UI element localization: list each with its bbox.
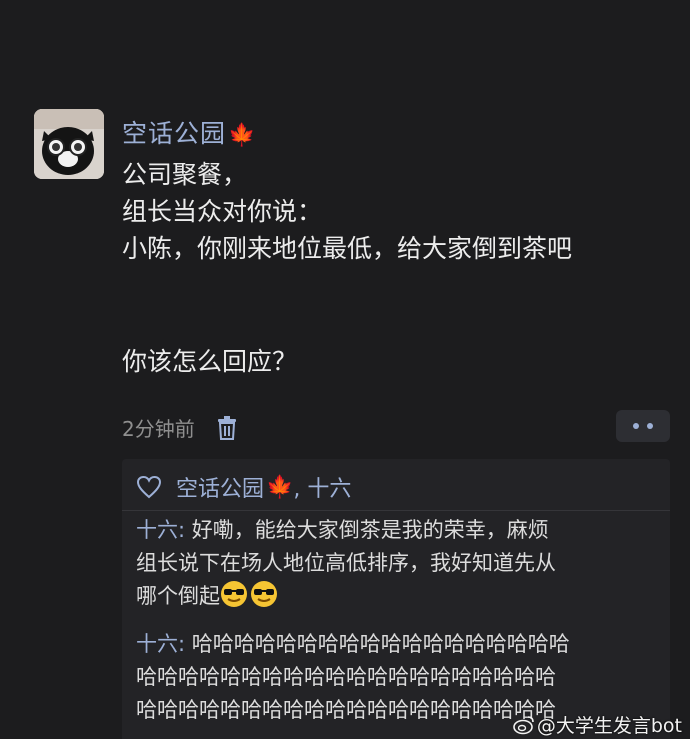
avatar[interactable] bbox=[34, 109, 104, 179]
maple-leaf-icon: 🍁 bbox=[228, 123, 257, 148]
comment-user[interactable]: 十六: bbox=[136, 632, 185, 656]
post-line-2: 组长当众对你说： bbox=[122, 197, 323, 226]
trash-icon[interactable] bbox=[217, 415, 237, 440]
sunglasses-emoji-icon bbox=[250, 580, 278, 608]
comment-item: 十六: 好嘞，能给大家倒茶是我的荣幸，麻烦 组长说下在场人地位高低排序，我好知道… bbox=[136, 514, 664, 613]
comment-text: 哪个倒起 bbox=[136, 584, 220, 608]
comment-text: 哈哈哈哈哈哈哈哈哈哈哈哈哈哈哈哈哈哈哈哈 bbox=[136, 665, 556, 689]
liker-more[interactable]: , 十六 bbox=[293, 471, 351, 503]
author-name-text[interactable]: 空话公园 bbox=[122, 119, 226, 148]
post-line-3: 小陈，你刚来地位最低，给大家倒到茶吧 bbox=[122, 234, 573, 263]
post-card: 空话公园🍁 公司聚餐， 组长当众对你说： 小陈，你刚来地位最低，给大家倒到茶吧 … bbox=[0, 0, 690, 739]
weibo-logo-icon bbox=[513, 715, 534, 734]
more-dot-icon bbox=[633, 423, 639, 429]
more-options-button[interactable] bbox=[616, 410, 670, 442]
liker-name[interactable]: 空话公园 bbox=[176, 471, 264, 503]
comment-user[interactable]: 十六: bbox=[136, 518, 185, 542]
post-meta: 2分钟前 bbox=[122, 413, 237, 442]
post-timestamp: 2分钟前 bbox=[122, 417, 195, 441]
sunglasses-emoji-icon bbox=[220, 580, 248, 608]
more-dot-icon bbox=[647, 423, 653, 429]
comment-text: 好嘞，能给大家倒茶是我的荣幸，麻烦 bbox=[185, 518, 549, 542]
comment-text: 组长说下在场人地位高低排序，我好知道先从 bbox=[136, 551, 556, 575]
maple-leaf-icon: 🍁 bbox=[266, 474, 294, 500]
heart-icon[interactable] bbox=[136, 475, 162, 499]
watermark-text: @大学生发言bot bbox=[536, 715, 682, 737]
divider bbox=[122, 510, 670, 511]
post-line-1: 公司聚餐， bbox=[122, 160, 248, 189]
comment-text: 哈哈哈哈哈哈哈哈哈哈哈哈哈哈哈哈哈哈 bbox=[185, 632, 570, 656]
author-name[interactable]: 空话公园🍁 bbox=[122, 114, 256, 150]
likes-row: 空话公园 🍁, 十六 bbox=[136, 471, 351, 503]
watermark: @大学生发言bot bbox=[513, 711, 682, 738]
post-question: 你该怎么回应？ bbox=[122, 347, 298, 376]
post-body: 公司聚餐， 组长当众对你说： 小陈，你刚来地位最低，给大家倒到茶吧 bbox=[122, 156, 682, 267]
